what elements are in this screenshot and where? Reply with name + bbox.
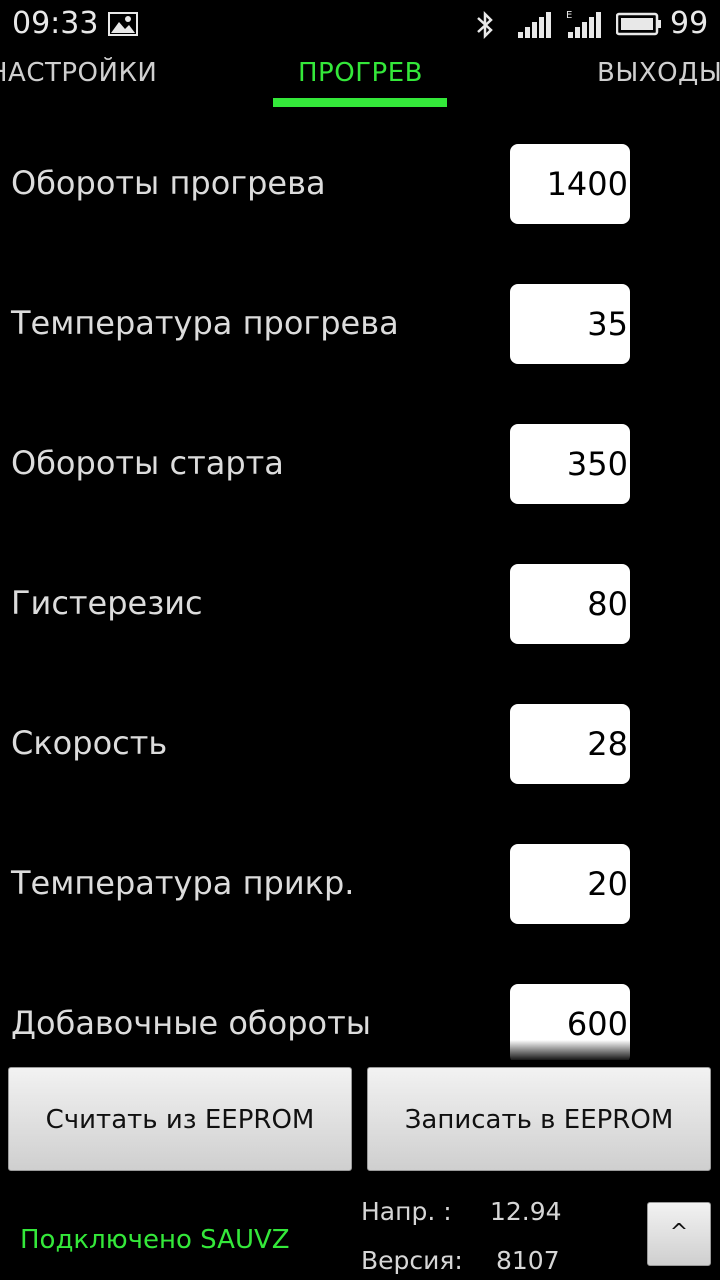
connection-status: Подключено SAUVZ (20, 1225, 290, 1255)
read-eeprom-button[interactable]: Считать из EEPROM (8, 1067, 352, 1171)
signal-e-icon: E (566, 10, 601, 38)
active-tab-indicator (273, 98, 447, 107)
setting-label: Скорость (11, 724, 168, 762)
bluetooth-icon (477, 10, 493, 40)
tab-warmup[interactable]: ПРОГРЕВ (298, 58, 423, 88)
setting-label: Гистерезис (11, 584, 203, 622)
settings-list[interactable]: Обороты прогрева Температура прогрева Об… (0, 124, 720, 1060)
setting-row-speed: Скорость (0, 704, 720, 784)
warmup-temp-input[interactable] (510, 284, 630, 364)
voltage-value: 12.94 (490, 1197, 562, 1226)
setting-row-hysteresis: Гистерезис (0, 564, 720, 644)
hysteresis-input[interactable] (510, 564, 630, 644)
status-time: 09:33 (12, 6, 99, 41)
setting-row-cover-temp: Температура прикр. (0, 844, 720, 924)
tab-settings[interactable]: НАСТРОЙКИ (0, 58, 157, 88)
scroll-fade (0, 1040, 720, 1062)
setting-label: Температура прогрева (11, 304, 399, 342)
scroll-up-button[interactable]: ^ (647, 1202, 711, 1266)
battery-percent: 99 (670, 6, 709, 41)
setting-label: Обороты старта (11, 444, 284, 482)
version-label: Версия: (361, 1246, 463, 1275)
tab-strip: НАСТРОЙКИ ПРОГРЕВ ВЫХОДЫ (0, 50, 720, 124)
image-icon (108, 12, 138, 36)
setting-label: Обороты прогрева (11, 164, 326, 202)
setting-row-warmup-rpm: Обороты прогрева (0, 144, 720, 224)
battery-icon (616, 12, 661, 36)
setting-row-warmup-temp: Температура прогрева (0, 284, 720, 364)
setting-row-start-rpm: Обороты старта (0, 424, 720, 504)
speed-input[interactable] (510, 704, 630, 784)
version-value: 8107 (496, 1246, 560, 1275)
cover-temp-input[interactable] (510, 844, 630, 924)
setting-label: Температура прикр. (11, 864, 355, 902)
svg-text:E: E (566, 10, 572, 21)
status-bar: 09:33 E 99 (0, 0, 720, 50)
voltage-label: Напр. : (361, 1197, 452, 1226)
setting-label: Добавочные обороты (11, 1004, 371, 1042)
start-rpm-input[interactable] (510, 424, 630, 504)
signal-icon (518, 12, 551, 38)
warmup-rpm-input[interactable] (510, 144, 630, 224)
write-eeprom-button[interactable]: Записать в EEPROM (367, 1067, 711, 1171)
tab-outputs[interactable]: ВЫХОДЫ (597, 58, 720, 88)
